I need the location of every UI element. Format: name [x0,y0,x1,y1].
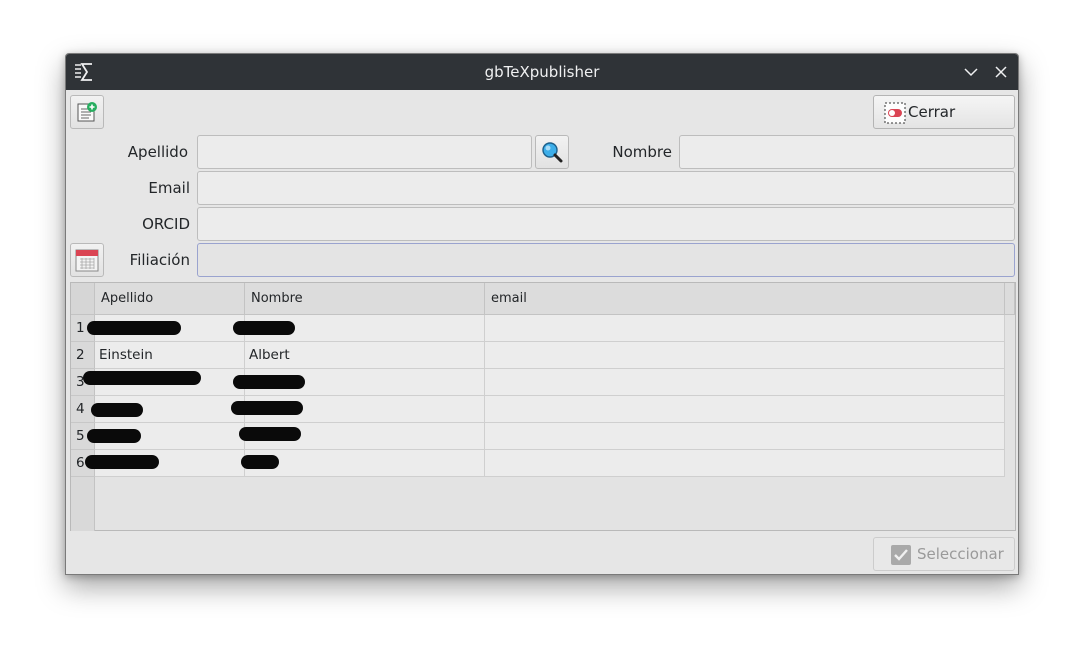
redaction-mark [241,455,279,469]
redaction-mark [85,455,159,469]
orcid-input[interactable] [197,207,1015,241]
new-record-button[interactable] [70,95,104,129]
table-cell-apellido[interactable]: Einstein [95,342,245,369]
affiliation-button[interactable] [70,243,104,277]
redaction-mark [87,429,141,443]
table-cell-email[interactable] [485,369,1005,396]
title-bar[interactable]: gbTeXpublisher [66,54,1018,90]
table-cell-email[interactable] [485,396,1005,423]
affiliation-input[interactable] [197,243,1015,277]
authors-table[interactable]: Apellido Nombre email 1 2 Einstein Alber… [70,282,1016,531]
toggle-switch-icon [884,102,906,124]
table-cell-email[interactable] [485,342,1005,369]
search-button[interactable] [535,135,569,169]
table-cell-nombre[interactable] [245,450,485,477]
surname-label: Apellido [127,143,188,161]
table-cell-email[interactable] [485,423,1005,450]
redaction-mark [239,427,301,441]
table-cell-email[interactable] [485,315,1005,342]
select-button-label: Seleccionar [917,545,1004,563]
column-header-email[interactable]: email [485,283,1005,315]
email-label: Email [148,179,190,197]
close-button[interactable]: Cerrar [873,95,1015,129]
affiliation-label: Filiación [129,251,190,269]
redaction-mark [91,403,143,417]
window-title: gbTeXpublisher [484,63,600,81]
table-cell-nombre[interactable]: Albert [245,342,485,369]
orcid-label: ORCID [142,215,190,233]
close-icon[interactable] [992,63,1010,81]
table-corner[interactable] [71,283,95,315]
select-button[interactable]: Seleccionar [873,537,1015,571]
new-document-icon [77,102,97,122]
chevron-down-icon[interactable] [962,63,980,81]
column-header-nombre[interactable]: Nombre [245,283,485,315]
column-header-filler [1005,283,1015,315]
main-window: gbTeXpublisher Cerrar Apellido Nombre Em… [65,53,1019,575]
row-number[interactable]: 2 [71,342,95,369]
surname-input[interactable] [197,135,532,169]
redaction-mark [231,401,303,415]
calendar-icon [75,249,99,272]
redaction-mark [233,375,305,389]
checkmark-icon [891,545,911,565]
column-header-apellido[interactable]: Apellido [95,283,245,315]
table-cell-email[interactable] [485,450,1005,477]
redaction-mark [83,371,201,385]
redaction-mark [87,321,181,335]
name-input[interactable] [679,135,1015,169]
magnifier-icon [542,142,563,163]
name-label: Nombre [612,143,672,161]
redaction-mark [233,321,295,335]
close-button-label: Cerrar [908,103,956,121]
email-input[interactable] [197,171,1015,205]
